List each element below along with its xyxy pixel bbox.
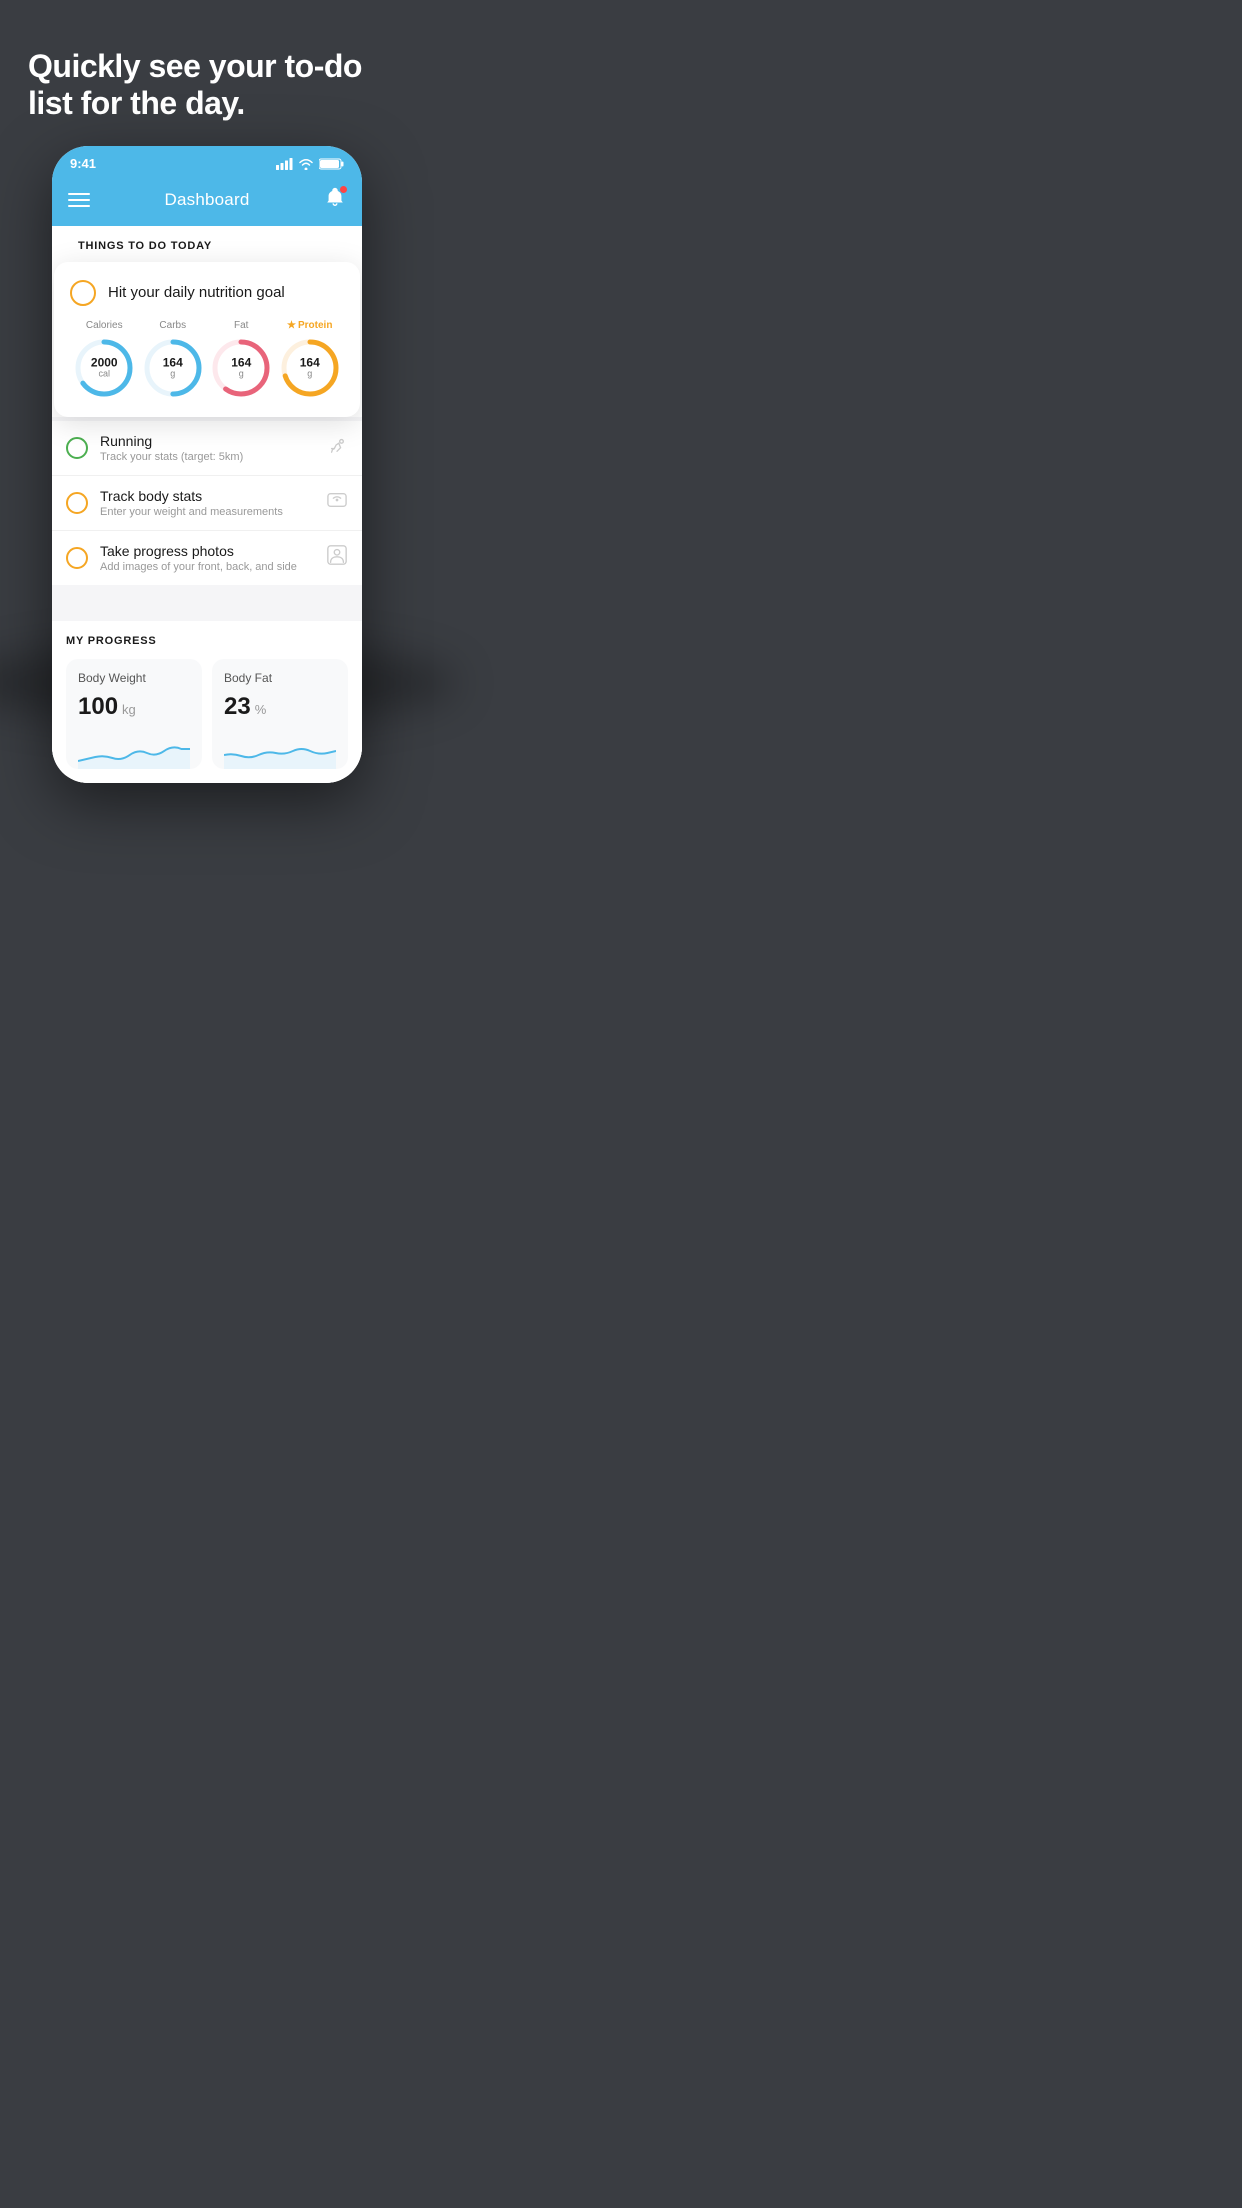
status-bar: 9:41 — [52, 146, 362, 178]
calories-ring: 2000 cal — [73, 337, 135, 399]
header-title: Dashboard — [165, 190, 250, 210]
notification-dot — [340, 186, 347, 193]
body-weight-unit: kg — [122, 702, 136, 717]
progress-section: MY PROGRESS Body Weight 100 kg — [52, 621, 362, 783]
protein-ring: 164 g — [279, 337, 341, 399]
carbs-ring: 164 g — [142, 337, 204, 399]
body-stats-name: Track body stats — [100, 488, 314, 504]
todo-item-body-stats[interactable]: Track body stats Enter your weight and m… — [52, 476, 362, 531]
photos-check-circle[interactable] — [66, 547, 88, 569]
body-weight-value: 100 — [78, 693, 118, 721]
running-desc: Track your stats (target: 5km) — [100, 451, 314, 463]
carbs-unit: g — [163, 369, 183, 379]
body-weight-chart — [78, 733, 190, 769]
hero-title: Quickly see your to-do list for the day. — [28, 48, 386, 122]
wifi-icon — [298, 158, 314, 170]
body-fat-unit: % — [255, 702, 267, 717]
things-to-do-label: THINGS TO DO TODAY — [62, 226, 352, 262]
body-fat-chart — [224, 733, 336, 769]
running-name: Running — [100, 433, 314, 449]
status-icons — [276, 158, 344, 170]
status-time: 9:41 — [70, 156, 96, 171]
nutrition-card: Hit your daily nutrition goal Calories — [54, 262, 360, 417]
spacer — [52, 585, 362, 605]
calories-unit: cal — [91, 369, 118, 379]
fat-label: Fat — [234, 320, 248, 331]
page-background: Quickly see your to-do list for the day.… — [0, 0, 414, 783]
macro-rings: Calories 2000 cal — [70, 320, 344, 399]
carbs-label: Carbs — [159, 320, 186, 331]
body-fat-value: 23 — [224, 693, 251, 721]
body-fat-value-row: 23 % — [224, 693, 336, 721]
content-area: THINGS TO DO TODAY Hit your daily nutrit… — [52, 226, 362, 783]
running-icon — [326, 436, 348, 459]
protein-star-icon: ★ — [287, 320, 296, 331]
todo-item-photos[interactable]: Take progress photos Add images of your … — [52, 531, 362, 585]
body-weight-card: Body Weight 100 kg — [66, 659, 202, 769]
fat-ring: 164 g — [210, 337, 272, 399]
signal-icon — [276, 158, 293, 170]
body-weight-title: Body Weight — [78, 671, 190, 685]
scale-icon — [326, 490, 348, 515]
body-weight-value-row: 100 kg — [78, 693, 190, 721]
calories-label: Calories — [86, 320, 123, 331]
nutrition-card-title: Hit your daily nutrition goal — [108, 284, 285, 301]
protein-label: ★ Protein — [287, 320, 332, 331]
bell-button[interactable] — [324, 186, 346, 214]
photos-text: Take progress photos Add images of your … — [100, 543, 314, 573]
body-stats-check-circle[interactable] — [66, 492, 88, 514]
hamburger-menu[interactable] — [68, 193, 90, 207]
phone-mockup: 9:41 — [52, 146, 362, 783]
macro-fat: Fat 164 g — [210, 320, 272, 399]
macro-calories: Calories 2000 cal — [73, 320, 135, 399]
body-fat-card: Body Fat 23 % — [212, 659, 348, 769]
photos-name: Take progress photos — [100, 543, 314, 559]
body-fat-title: Body Fat — [224, 671, 336, 685]
hero-section: Quickly see your to-do list for the day. — [0, 0, 414, 146]
progress-section-label: MY PROGRESS — [66, 635, 348, 647]
body-stats-desc: Enter your weight and measurements — [100, 506, 314, 518]
body-stats-text: Track body stats Enter your weight and m… — [100, 488, 314, 518]
battery-icon — [319, 158, 344, 170]
person-photo-icon — [326, 544, 348, 571]
photos-desc: Add images of your front, back, and side — [100, 561, 314, 573]
fat-unit: g — [231, 369, 251, 379]
macro-carbs: Carbs 164 g — [142, 320, 204, 399]
macro-protein: ★ Protein 164 g — [279, 320, 341, 399]
app-header: Dashboard — [52, 178, 362, 226]
running-text: Running Track your stats (target: 5km) — [100, 433, 314, 463]
progress-cards: Body Weight 100 kg — [66, 659, 348, 783]
todo-item-running[interactable]: Running Track your stats (target: 5km) — [52, 421, 362, 476]
todo-list: Running Track your stats (target: 5km) — [52, 421, 362, 585]
running-check-circle[interactable] — [66, 437, 88, 459]
nutrition-check-circle[interactable] — [70, 280, 96, 306]
protein-unit: g — [300, 369, 320, 379]
